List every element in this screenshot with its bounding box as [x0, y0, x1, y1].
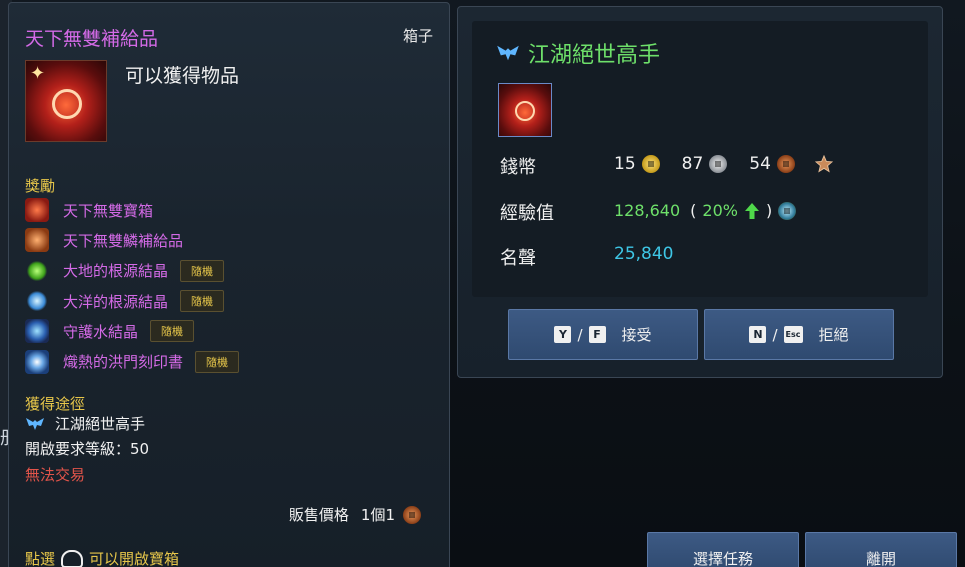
- quest-mask-icon: [26, 417, 44, 430]
- leave-label: 離開: [865, 550, 896, 567]
- exp-amount: 128,640: [614, 201, 681, 220]
- item-name: 天下無雙補給品: [25, 28, 159, 50]
- exp-close-paren: ): [765, 201, 773, 220]
- exp-label: 經驗值: [500, 203, 554, 224]
- copper-coin-icon: [403, 505, 421, 524]
- reward-label: 大洋的根源結晶: [63, 292, 169, 311]
- reward-item: 天下無雙鱗補給品: [25, 225, 445, 255]
- key-hint: F: [588, 326, 606, 343]
- hint-suffix: 可以開啟寶箱: [89, 550, 180, 567]
- select-quest-button[interactable]: 選擇任務: [647, 532, 799, 567]
- quest-mask-icon: [497, 45, 519, 61]
- source-text: 江湖絕世高手: [55, 415, 146, 433]
- arrow-up-icon: [744, 202, 759, 219]
- key-hint: Y: [554, 326, 572, 343]
- key-hint: N: [749, 326, 767, 343]
- price-label: 販售價格: [288, 506, 349, 524]
- random-badge: 隨機: [180, 259, 225, 282]
- reward-item: 大洋的根源結晶 隨機: [25, 286, 445, 316]
- gold-amount: 15: [614, 154, 636, 174]
- key-hint: Esc: [783, 326, 803, 343]
- water-crystal-icon: [25, 319, 49, 344]
- accept-button[interactable]: Y / F 接受: [508, 309, 698, 360]
- copper-coin-icon: [776, 155, 795, 173]
- reject-label: 拒絕: [818, 326, 849, 344]
- reward-list: 天下無雙寶箱 天下無雙鱗補給品 大地的根源結晶 隨機 大洋的根源結晶 隨機 守護…: [25, 195, 445, 377]
- reward-label: 熾熱的洪門刻印書: [63, 353, 184, 372]
- wheel-emblem-icon: [52, 89, 82, 119]
- copper-amount: 54: [749, 154, 771, 174]
- reward-item: 大地的根源結晶 隨機: [25, 256, 445, 286]
- fame-value: 25,840: [614, 244, 674, 264]
- exp-percent: 20%: [702, 201, 738, 220]
- wheel-emblem-icon: [515, 101, 535, 121]
- item-tooltip: 天下無雙補給品 箱子 ✦ 可以獲得物品 獎勵 天下無雙寶箱 天下無雙鱗補給品 大…: [8, 2, 450, 567]
- trade-status: 無法交易: [25, 466, 86, 484]
- seal-book-icon: [25, 349, 49, 374]
- exp-orb-icon: [778, 201, 797, 220]
- quest-dialog: 江湖絕世高手 錢幣 15 87 54 經驗值 128,640 ( 20%) 名…: [457, 6, 943, 378]
- money-label: 錢幣: [500, 157, 536, 178]
- select-quest-label: 選擇任務: [692, 550, 753, 567]
- reward-label: 天下無雙寶箱: [63, 201, 154, 220]
- level-requirement: 開啟要求等級：50: [25, 440, 150, 458]
- fame-label: 名聲: [500, 248, 536, 269]
- gold-coin-icon: [641, 155, 660, 173]
- silver-amount: 87: [681, 154, 704, 174]
- random-badge: 隨機: [195, 350, 240, 373]
- source-row: 江湖絕世高手: [25, 413, 145, 434]
- earth-crystal-icon: [25, 258, 49, 283]
- quest-title: 江湖絕世高手: [496, 37, 660, 69]
- random-badge: 隨機: [150, 320, 195, 343]
- supply-box-icon: [25, 228, 49, 253]
- silver-coin-icon: [709, 155, 728, 173]
- random-badge: 隨機: [180, 290, 225, 313]
- open-hint: 點選 可以開啟寶箱: [25, 548, 179, 567]
- accept-label: 接受: [621, 326, 652, 344]
- treasure-chest-icon: [25, 198, 49, 223]
- exp-open-paren: (: [690, 201, 697, 220]
- quest-title-text: 江湖絕世高手: [528, 43, 661, 68]
- reward-header: 獎勵: [25, 177, 56, 195]
- ocean-crystal-icon: [25, 289, 49, 314]
- price-value: 1個1: [360, 506, 395, 524]
- sell-price: 販售價格 1個1: [289, 504, 421, 525]
- reject-button[interactable]: N / Esc 拒絕: [704, 309, 894, 360]
- sparkle-icon: ✦: [30, 63, 46, 84]
- reward-label: 大地的根源結晶: [63, 262, 169, 281]
- reward-item: 天下無雙寶箱: [25, 195, 445, 225]
- quest-info-box: 江湖絕世高手 錢幣 15 87 54 經驗值 128,640 ( 20%) 名…: [472, 21, 928, 297]
- reward-item: 熾熱的洪門刻印書 隨機: [25, 346, 445, 376]
- reward-item: 守護水結晶 隨機: [25, 316, 445, 346]
- reward-label: 天下無雙鱗補給品: [63, 231, 184, 250]
- reward-chest-icon[interactable]: [498, 83, 552, 137]
- treasure-chest-icon: ✦: [25, 60, 107, 142]
- star-icon: [814, 155, 833, 173]
- mouse-right-click-icon: [61, 549, 84, 567]
- item-description: 可以獲得物品: [125, 65, 240, 87]
- source-header: 獲得途徑: [25, 395, 86, 413]
- money-value: 15 87 54: [614, 154, 833, 174]
- reward-label: 守護水結晶: [63, 322, 139, 341]
- item-type: 箱子: [402, 27, 433, 45]
- exp-value: 128,640 ( 20% ): [614, 201, 797, 220]
- hint-prefix: 點選: [25, 550, 56, 567]
- leave-button[interactable]: 離開: [805, 532, 957, 567]
